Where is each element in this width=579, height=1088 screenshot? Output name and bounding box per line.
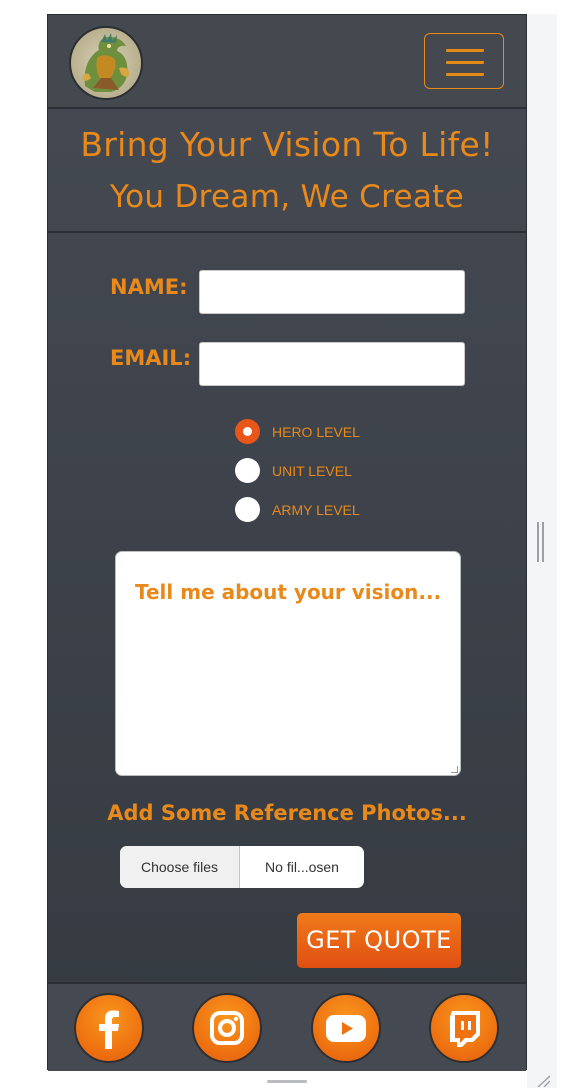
radio-label: UNIT LEVEL (272, 463, 352, 479)
twitch-icon (450, 1011, 480, 1047)
radio-button-checked[interactable] (235, 419, 260, 444)
radio-button[interactable] (235, 497, 260, 522)
hero-subtitle: You Dream, We Create (110, 179, 464, 215)
email-input[interactable] (199, 342, 465, 386)
footer (48, 982, 526, 1071)
file-upload-input[interactable]: Choose files No fil...osen (120, 846, 364, 888)
email-label: EMAIL: (110, 346, 192, 370)
corner-resize-icon[interactable] (536, 1075, 550, 1087)
hero-title: Bring Your Vision To Life! (80, 125, 494, 164)
radio-label: HERO LEVEL (272, 424, 360, 440)
hamburger-menu-button[interactable] (424, 33, 504, 89)
name-label: NAME: (110, 275, 188, 299)
radio-button[interactable] (235, 458, 260, 483)
instagram-link[interactable] (192, 993, 262, 1063)
hamburger-menu-icon (446, 49, 484, 52)
youtube-link[interactable] (311, 993, 381, 1063)
instagram-icon (210, 1011, 244, 1045)
hero-banner: Bring Your Vision To Life! You Dream, We… (48, 109, 526, 233)
get-quote-button[interactable]: GET QUOTE (297, 913, 461, 968)
facebook-icon (99, 1010, 119, 1049)
navbar (48, 15, 526, 109)
twitch-link[interactable] (429, 993, 499, 1063)
vision-placeholder: Tell me about your vision... (135, 580, 442, 604)
reference-photos-label: Add Some Reference Photos... (107, 801, 467, 825)
file-status-text: No fil...osen (265, 859, 339, 875)
radio-label: ARMY LEVEL (272, 502, 360, 518)
vision-textarea[interactable]: Tell me about your vision... (115, 551, 461, 776)
dragon-warrior-logo-icon[interactable] (69, 26, 143, 100)
youtube-icon (326, 1015, 366, 1042)
name-input[interactable] (199, 270, 465, 314)
textarea-resize-icon[interactable] (451, 766, 458, 773)
resize-handle[interactable] (537, 522, 545, 562)
bottom-drag-handle[interactable] (267, 1080, 307, 1083)
hamburger-bar (446, 73, 484, 76)
choose-files-button[interactable]: Choose files (120, 846, 240, 888)
hamburger-bar (446, 61, 484, 64)
page-frame: Bring Your Vision To Life! You Dream, We… (47, 14, 527, 1071)
facebook-link[interactable] (74, 993, 144, 1063)
